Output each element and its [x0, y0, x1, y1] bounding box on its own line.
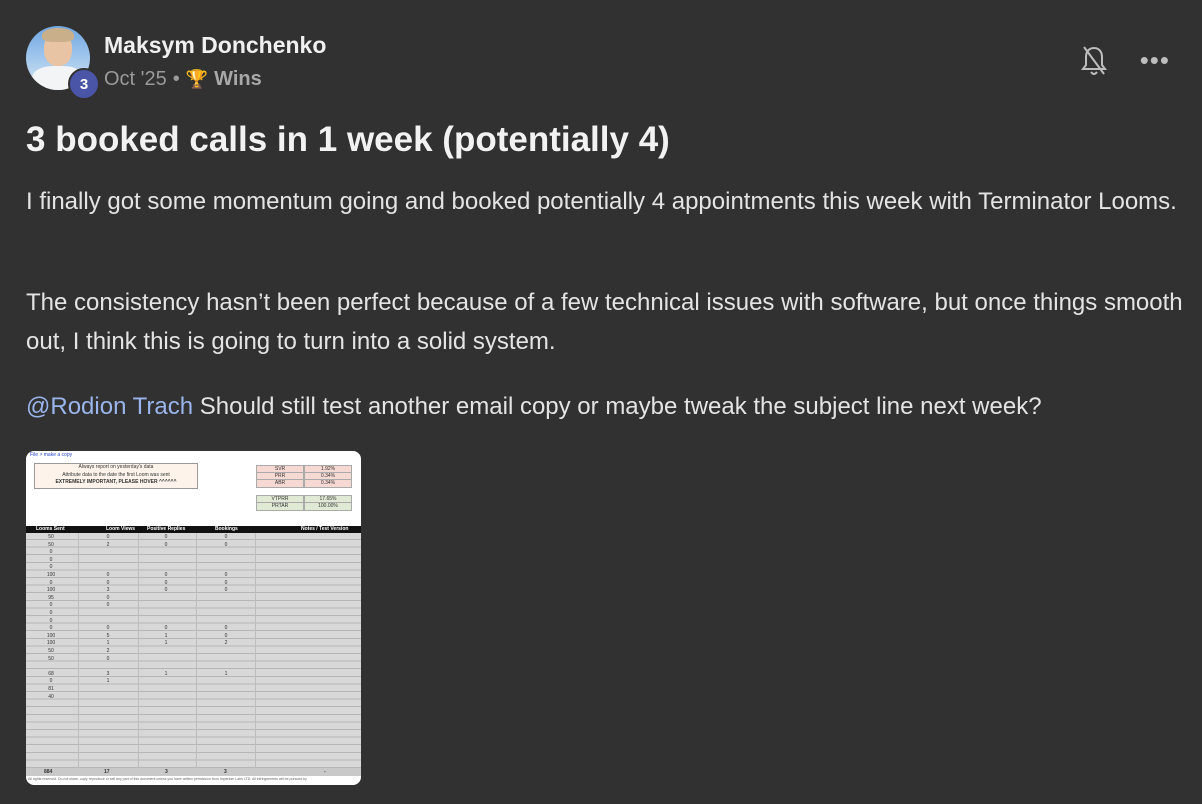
bell-off-icon[interactable]	[1080, 44, 1108, 78]
sheet-cell: 0	[49, 678, 53, 685]
sheet-cell: 1	[106, 678, 110, 685]
sheet-totals-row: 884 17 3 3 -	[26, 768, 361, 776]
sheet-metric-value: 100.00%	[304, 502, 352, 511]
sheet-header: Bookings	[215, 526, 238, 532]
post-paragraph-1: I finally got some momentum going and bo…	[26, 188, 1177, 215]
sheet-cell: 1	[164, 670, 168, 677]
sheet-cell: 0	[49, 617, 53, 624]
sheet-total: -	[324, 769, 326, 775]
sheet-cell: 0	[106, 579, 110, 586]
sheet-cell: 0	[49, 549, 53, 556]
sheet-cell: 95	[48, 594, 54, 601]
sheet-cell: 50	[48, 534, 54, 540]
post-paragraph-2: The consistency hasn’t been perfect beca…	[26, 289, 1183, 355]
sheet-note: Attribute data to the date the first Loo…	[62, 471, 170, 478]
sheet-cell: 0	[106, 594, 110, 601]
sheet-cell: 0	[164, 587, 168, 594]
sheet-cell: 0	[224, 579, 228, 586]
sheet-cell: 0	[49, 602, 53, 609]
sheet-cell: 1	[164, 632, 168, 639]
user-mention[interactable]: @Rodion Trach	[26, 393, 193, 420]
sheet-cell: 0	[106, 655, 110, 662]
paragraph-3-text: Should still test another email copy or …	[193, 393, 1042, 420]
sheet-header: Looms Sent	[36, 526, 65, 532]
sheet-cell: 0	[49, 564, 53, 571]
sheet-metric: ABR 0.34%	[256, 479, 352, 488]
sheet-total: 3	[224, 769, 227, 775]
sheet-cell: 0	[164, 541, 168, 548]
meta-separator: •	[172, 68, 180, 90]
sheet-cell: 0	[49, 625, 53, 632]
sheet-cell: 0	[164, 625, 168, 632]
sheet-note: EXTREMELY IMPORTANT, PLEASE HOVER ^^^^^^	[55, 479, 177, 485]
sheet-grid: 50 0 0 0 50 2 0 0 0 0 0 100 0 0 0 0 0 0 0 100 3 0 0 95 0 0 0 0 0 0 0 0 0…	[26, 533, 361, 768]
sheet-cell: 3	[106, 670, 110, 677]
sheet-cell: 0	[224, 625, 228, 632]
sheet-cell: 81	[48, 686, 54, 692]
sheet-cell: 2	[106, 541, 110, 548]
sheet-copy-link: File > make a copy	[30, 452, 73, 458]
sheet-cell: 0	[49, 556, 53, 563]
sheet-total: 884	[44, 769, 53, 775]
sheet-header: Notes / Test Version	[301, 526, 349, 532]
sheet-cell: 0	[224, 541, 228, 548]
sheet-footer: All rights reserved. Do not share, copy,…	[28, 777, 307, 781]
sheet-cell: 1	[224, 670, 228, 677]
sheet-cell: 0	[164, 572, 168, 578]
sheet-cell: 50	[48, 655, 54, 662]
sheet-cell: 0	[49, 610, 53, 616]
sheet-cell: 0	[49, 579, 53, 586]
sheet-cell: 0	[164, 579, 168, 586]
sheet-metric-label: PRTAR	[256, 502, 304, 511]
sheet-cell: 50	[48, 541, 54, 548]
post-header: 3 Maksym Donchenko Oct '25 • 🏆 Wins •••	[26, 26, 1176, 100]
sheet-cell: 100	[46, 587, 56, 594]
sheet-cell: 0	[106, 602, 110, 609]
sheet-cell: 0	[106, 625, 110, 632]
post-date[interactable]: Oct '25	[104, 68, 167, 91]
post-category[interactable]: Wins	[214, 68, 262, 91]
sheet-cell: 5	[106, 632, 110, 639]
sheet-metric-label: ABR	[256, 479, 304, 488]
sheet-header: Loom Views	[106, 526, 136, 532]
sheet-cell: 0	[164, 534, 168, 540]
sheet-cell: 100	[46, 632, 56, 639]
post-title: 3 booked calls in 1 week (potentially 4)	[26, 120, 670, 159]
sheet-header: Positive Replies	[147, 526, 186, 532]
sheet-cell: 0	[106, 534, 110, 540]
sheet-cell: 0	[224, 632, 228, 639]
sheet-cell: 50	[48, 648, 54, 654]
sheet-total: 3	[165, 769, 168, 775]
sheet-cell: 0	[224, 534, 228, 540]
sheet-cell: 1	[164, 640, 168, 647]
sheet-cell: 1	[106, 640, 110, 647]
spreadsheet-image[interactable]: File > make a copy Always report on yest…	[26, 451, 361, 785]
sheet-cell: 0	[106, 572, 110, 578]
sheet-cell: 2	[106, 648, 110, 654]
sheet-note: Always report on yesterday's data	[78, 464, 154, 470]
sheet-cell: 2	[224, 640, 228, 647]
sheet-cell: 100	[46, 572, 56, 578]
sheet-cell: 0	[224, 587, 228, 594]
sheet-cell: 3	[106, 587, 110, 594]
level-badge: 3	[68, 68, 100, 100]
sheet-metric: PRTAR 100.00%	[256, 502, 352, 511]
post-paragraph-3: @Rodion Trach Should still test another …	[26, 387, 1186, 426]
trophy-icon: 🏆	[185, 69, 209, 89]
sheet-cell: 40	[48, 693, 54, 700]
more-horizontal-icon[interactable]: •••	[1140, 47, 1170, 73]
sheet-metric-value: 0.34%	[304, 479, 352, 488]
post-meta: Oct '25 • 🏆 Wins	[104, 68, 262, 91]
sheet-cell: 0	[224, 572, 228, 578]
sheet-total: 17	[104, 769, 110, 775]
sheet-cell: 100	[46, 640, 56, 647]
author-name[interactable]: Maksym Donchenko	[104, 32, 326, 59]
sheet-header-row: Looms Sent Loom Views Positive Replies B…	[26, 526, 361, 533]
sheet-cell: 68	[48, 670, 54, 677]
sheet-notes: Always report on yesterday's data Attrib…	[34, 463, 198, 489]
